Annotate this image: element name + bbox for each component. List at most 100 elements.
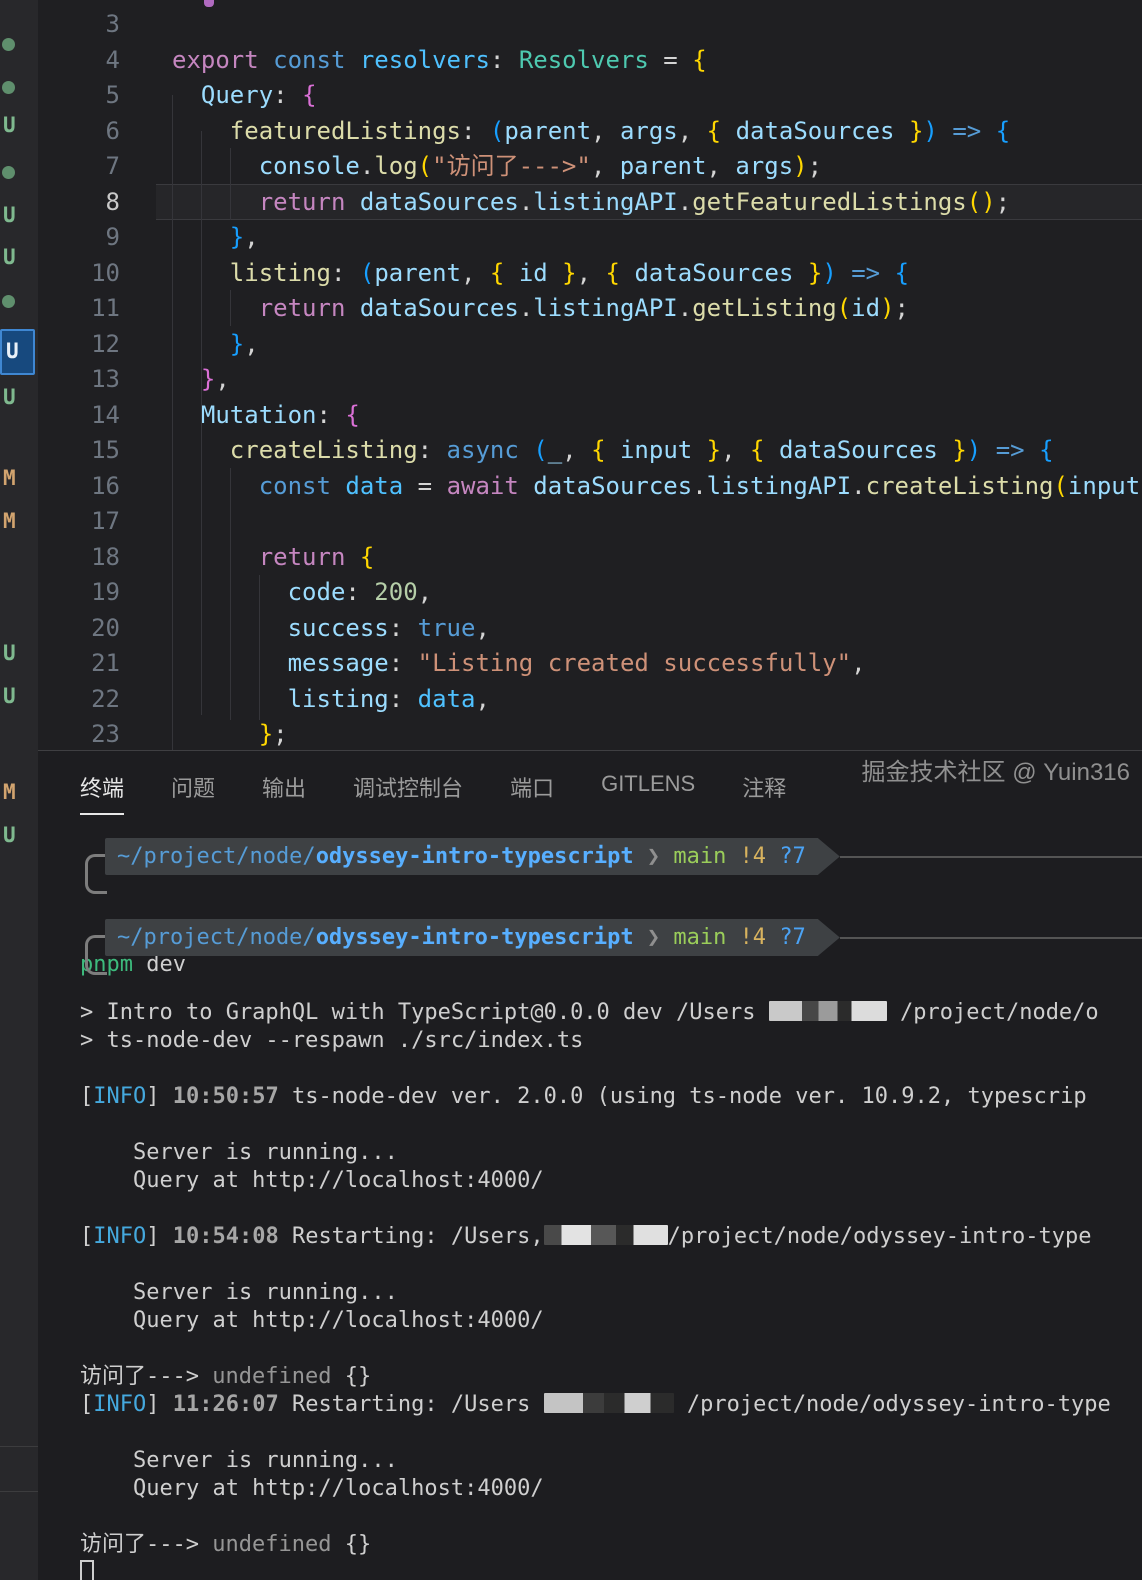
code-line[interactable]: 11 return dataSources.listingAPI.getList… (38, 290, 1142, 326)
git-status-letter[interactable]: M (3, 780, 16, 804)
text-token: ] (146, 1224, 173, 1249)
code-line[interactable]: 19 code: 200, (38, 574, 1142, 610)
git-change-dot[interactable] (2, 166, 15, 179)
terminal-line: [INFO] 10:50:57 ts-node-dev ver. 2.0.0 (… (80, 1083, 1087, 1111)
prompt-bracket-decoration (85, 854, 107, 894)
code-line[interactable]: 5 Query: { (38, 77, 1142, 113)
panel-tab[interactable]: GITLENS (601, 771, 695, 815)
text-token: _ (547, 436, 563, 464)
code-editor[interactable]: 3 4 export const resolvers: Resolvers = {5… (38, 0, 1142, 750)
code-line[interactable]: 10 listing: (parent, { id }, { dataSourc… (38, 255, 1142, 291)
explorer-strip[interactable]: UUUUUMMUUMU (0, 0, 39, 1580)
git-status-letter[interactable]: U (3, 385, 16, 409)
text-token: INFO (93, 1084, 147, 1109)
text-token: args (619, 116, 678, 145)
text-token: /project/node/odyssey-intro-type (673, 1392, 1111, 1417)
line-number: 8 (105, 187, 120, 216)
code-line[interactable]: 13 }, (38, 361, 1142, 397)
text-token: ~/project/node/ (117, 844, 316, 869)
code-line[interactable]: 15 createListing: async (_, { input }, {… (38, 432, 1142, 468)
text-token: listing (287, 684, 389, 713)
git-status-letter[interactable]: U (3, 823, 16, 847)
text-token: } (793, 258, 823, 287)
code-line[interactable]: 6 featuredListings: (parent, args, { dat… (38, 113, 1142, 149)
explorer-item-selected[interactable]: U (0, 329, 35, 375)
text-token: } (229, 223, 245, 251)
text-token: . (677, 294, 693, 322)
text-token: ) (822, 258, 837, 287)
text-token: { (894, 258, 910, 287)
code-line[interactable]: 14 Mutation: { (38, 397, 1142, 433)
text-token: , (721, 436, 751, 464)
code-line[interactable]: 21 message: "Listing created successfull… (38, 645, 1142, 681)
text-token: ( (836, 294, 852, 322)
git-status-letter[interactable]: U (3, 641, 16, 665)
code-line[interactable]: 7 console.log("访问了--->", parent, args); (38, 148, 1142, 184)
panel-tab[interactable]: 问题 (171, 771, 215, 815)
git-status-letter[interactable]: M (3, 466, 16, 490)
text-token: main (673, 844, 727, 869)
text-token: ) (793, 152, 808, 180)
code-line[interactable]: 8 return dataSources.listingAPI.getFeatu… (38, 184, 1142, 220)
git-status-letter[interactable]: U (3, 245, 16, 269)
text-token: Mutation (200, 400, 317, 429)
prompt-bar: ~/project/node/odyssey-intro-typescript … (105, 919, 818, 956)
code-line[interactable]: 12 }, (38, 326, 1142, 362)
code-line[interactable]: 4 export const resolvers: Resolvers = { (38, 42, 1142, 78)
panel-tab[interactable]: 注释 (742, 771, 786, 815)
text-token: code (287, 578, 346, 606)
text-token: , (591, 116, 620, 145)
text-token: ; (273, 720, 288, 748)
explorer-section-divider (0, 1446, 38, 1447)
git-status-letter[interactable]: M (3, 509, 16, 533)
git-status-letter[interactable]: U (3, 684, 16, 708)
panel-tab[interactable]: 输出 (262, 771, 306, 815)
text-token: { (1039, 436, 1054, 464)
text-token: getListing (692, 294, 837, 322)
text-token: : (388, 684, 418, 713)
text-token: ) (966, 436, 982, 464)
code-line[interactable]: 17 (38, 503, 1142, 539)
code-line[interactable]: 20 success: true, (38, 610, 1142, 646)
text-token: [ (80, 1084, 94, 1109)
text-token: input (1067, 471, 1141, 500)
text-token: : (489, 45, 519, 74)
text-token: { (489, 258, 519, 287)
git-change-dot[interactable] (2, 295, 15, 308)
text-token: dataSources (778, 436, 938, 464)
git-change-dot[interactable] (2, 81, 15, 94)
git-change-dot[interactable] (2, 38, 15, 51)
code-line[interactable]: 23 }; (38, 716, 1142, 750)
text-token: } (200, 365, 216, 393)
text-token: {} (331, 1364, 372, 1389)
code-line[interactable]: 18 return { (38, 539, 1142, 575)
prompt-rule (839, 856, 1142, 858)
code-line[interactable]: 3 (38, 6, 1142, 42)
code-line[interactable]: 9 }, (38, 219, 1142, 255)
text-token: args (735, 152, 794, 180)
code-text: return dataSources.listingAPI.getFeature… (172, 184, 1010, 220)
code-text: createListing: async (_, { input }, { da… (172, 432, 1054, 468)
panel-tab[interactable]: 端口 (510, 771, 554, 815)
code-line[interactable]: 16 const data = await dataSources.listin… (38, 468, 1142, 504)
panel-tab[interactable]: 终端 (80, 771, 125, 815)
text-token: ] (146, 1084, 173, 1109)
text-token: 访问了---> (80, 1532, 213, 1557)
code-line[interactable]: 22 listing: data, (38, 681, 1142, 717)
git-status-letter[interactable]: U (3, 113, 16, 137)
code-text: export const resolvers: Resolvers = { (172, 42, 707, 78)
text-token: odyssey-intro-typescript (315, 844, 634, 869)
text-token: id (518, 258, 548, 287)
prompt-row: ~/project/node/odyssey-intro-typescript … (105, 838, 1142, 875)
git-status-letter[interactable]: U (3, 203, 16, 227)
vscode-window: UUUUUMMUUMU 3 4 export const resolvers: Re… (0, 0, 1142, 1580)
text-token: data (417, 684, 476, 713)
panel-tab[interactable]: 调试控制台 (353, 771, 463, 815)
terminal-panel[interactable]: 终端 问题 输出 调试控制台 端口 GITLENS 注释 ~/project/node/od… (38, 750, 1142, 1580)
